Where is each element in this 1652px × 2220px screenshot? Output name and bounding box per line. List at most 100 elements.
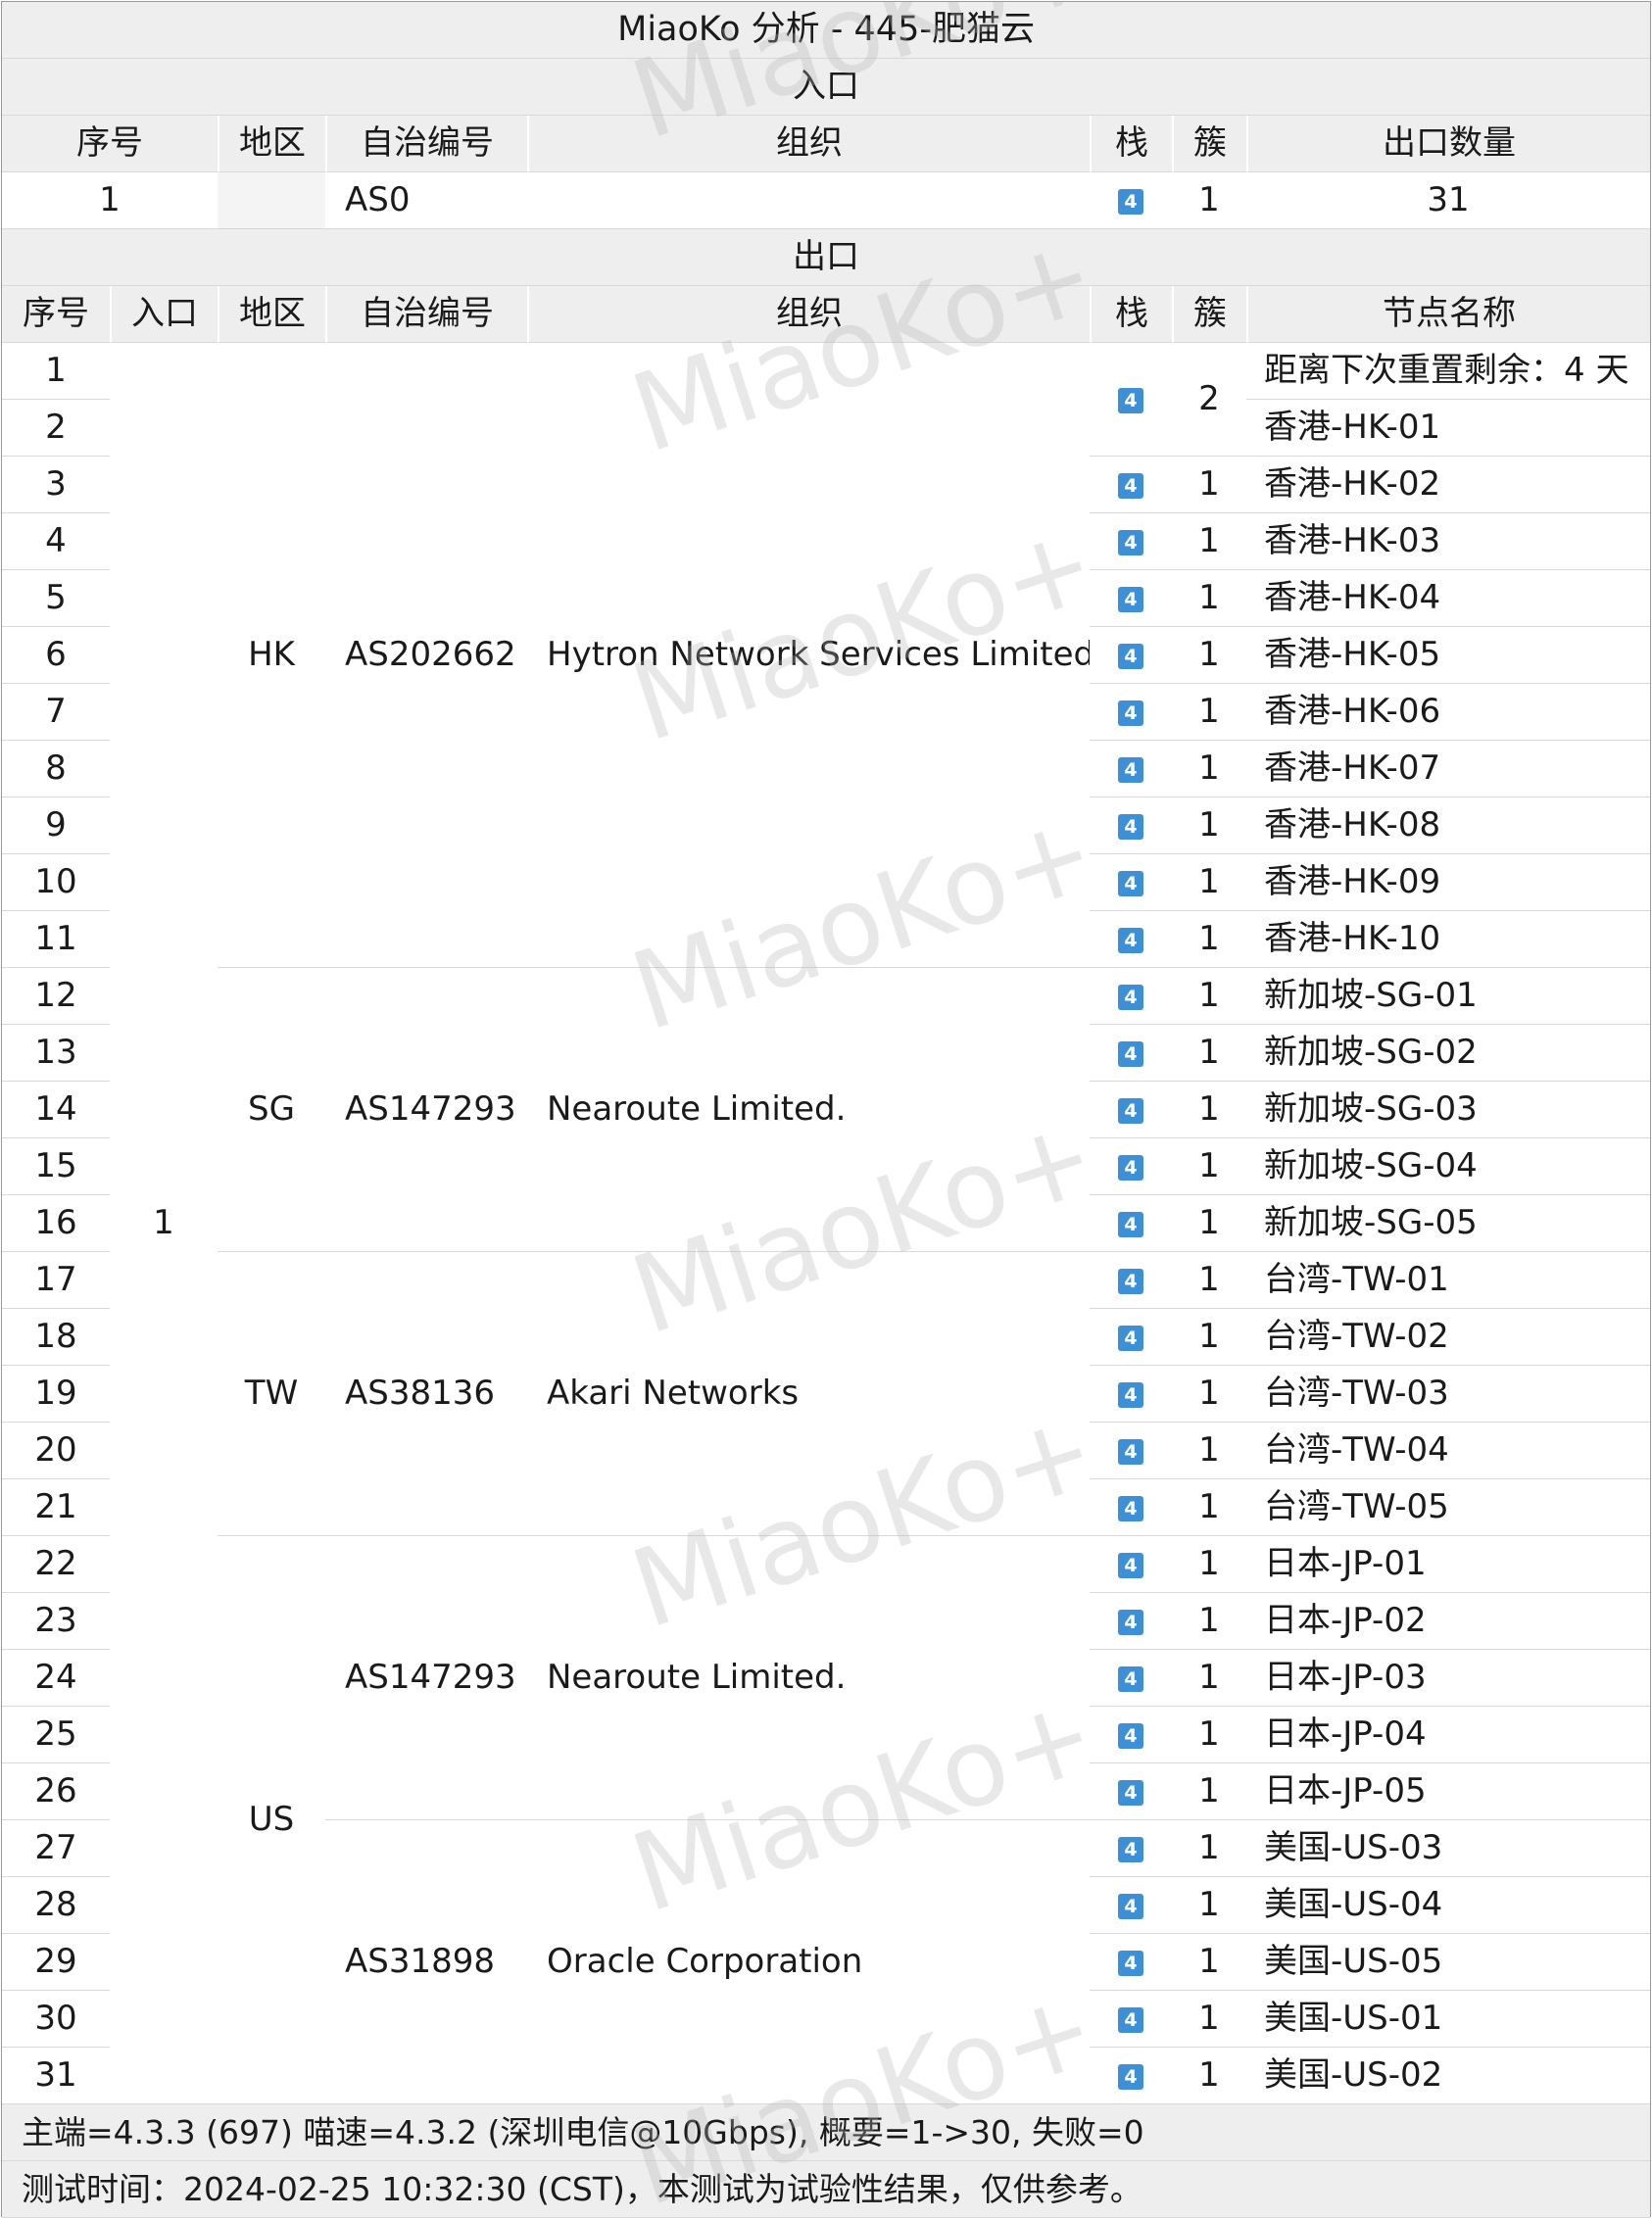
row-index: 30	[2, 1991, 110, 2048]
node-name: 香港-HK-06	[1246, 684, 1651, 741]
node-name: 美国-US-03	[1246, 1820, 1651, 1877]
stack-cell: 4	[1090, 1593, 1172, 1650]
cluster-cell: 1	[1172, 911, 1246, 968]
org-cell: Oracle Corporation	[527, 1820, 1090, 2104]
ipv4-badge: 4	[1118, 1325, 1143, 1351]
exit-header-row: 序号 入口 地区 自治编号 组织 栈 簇 节点名称	[2, 286, 1651, 343]
node-name: 台湾-TW-04	[1246, 1423, 1651, 1479]
row-index: 5	[2, 570, 110, 627]
stack-cell: 4	[1090, 1650, 1172, 1707]
stack-cell: 4	[1090, 911, 1172, 968]
table-row: 17 TW AS38136 Akari Networks 4 1 台湾-TW-01	[2, 1252, 1651, 1536]
node-name: 日本-JP-04	[1246, 1707, 1651, 1763]
row-index: 2	[2, 400, 110, 457]
cluster-cell: 1	[1172, 741, 1246, 797]
cluster-cell: 1	[1172, 457, 1246, 513]
stack-cell: 4	[1090, 1082, 1172, 1138]
stack-cell: 4	[1090, 1025, 1172, 1082]
ipv4-badge: 4	[1118, 529, 1143, 555]
node-name: 新加坡-SG-02	[1246, 1025, 1651, 1082]
cluster-cell: 1	[1172, 1252, 1246, 1309]
node-name: 新加坡-SG-04	[1246, 1138, 1651, 1195]
node-name: 日本-JP-05	[1246, 1763, 1651, 1820]
stack-cell: 4	[1090, 2048, 1172, 2104]
cluster-cell: 1	[1172, 684, 1246, 741]
stack-cell: 4	[1090, 1252, 1172, 1309]
row-index: 4	[2, 513, 110, 570]
stack-cell: 4	[1090, 343, 1172, 457]
ipv4-badge: 4	[1118, 1722, 1143, 1749]
cluster-cell: 1	[1172, 1934, 1246, 1991]
cluster-cell: 1	[1172, 1479, 1246, 1536]
row-index: 12	[2, 968, 110, 1025]
ipv4-badge: 4	[1118, 870, 1143, 896]
cluster-cell: 1	[1172, 1536, 1246, 1593]
region-cell: HK	[218, 343, 325, 968]
row-index: 27	[2, 1820, 110, 1877]
asn-cell: AS147293	[325, 1536, 527, 1820]
node-name: 美国-US-04	[1246, 1877, 1651, 1934]
exit-header-name: 节点名称	[1246, 286, 1651, 343]
node-name: 香港-HK-02	[1246, 457, 1651, 513]
exit-section-title: 出口	[2, 229, 1651, 286]
row-index: 1	[2, 343, 110, 400]
cluster-cell: 1	[1172, 1366, 1246, 1423]
row-index: 25	[2, 1707, 110, 1763]
exit-header-idx: 序号	[2, 286, 110, 343]
ipv4-badge: 4	[1118, 1665, 1143, 1692]
stack-cell: 4	[1090, 1763, 1172, 1820]
entry-header-row: 序号 地区 自治编号 组织 栈 簇 出口数量	[2, 116, 1651, 172]
stack-cell: 4	[1090, 627, 1172, 684]
footer-version-line: 主端=4.3.3 (697) 喵速=4.3.2 (深圳电信@10Gbps), 概…	[2, 2104, 1651, 2161]
cluster-cell: 1	[1172, 627, 1246, 684]
stack-cell: 4	[1090, 1479, 1172, 1536]
cluster-cell: 1	[1172, 513, 1246, 570]
row-index: 31	[2, 2048, 110, 2104]
ipv4-badge: 4	[1118, 643, 1143, 669]
ipv4-badge: 4	[1118, 700, 1143, 726]
stack-cell: 4	[1090, 570, 1172, 627]
ipv4-badge: 4	[1118, 1154, 1143, 1181]
node-name: 美国-US-02	[1246, 2048, 1651, 2104]
row-index: 21	[2, 1479, 110, 1536]
stack-cell: 4	[1090, 1309, 1172, 1366]
ipv4-badge: 4	[1118, 387, 1143, 413]
org-cell: Akari Networks	[527, 1252, 1090, 1536]
asn-cell: AS38136	[325, 1252, 527, 1536]
node-name: 日本-JP-03	[1246, 1650, 1651, 1707]
table-row: 12 SG AS147293 Nearoute Limited. 4 1 新加坡-SG-01	[2, 968, 1651, 1252]
cluster-cell: 1	[1172, 1593, 1246, 1650]
row-index: 23	[2, 1593, 110, 1650]
ipv4-badge: 4	[1118, 1495, 1143, 1521]
ipv4-badge: 4	[1118, 1779, 1143, 1806]
node-name: 香港-HK-07	[1246, 741, 1651, 797]
stack-cell: 4	[1090, 1423, 1172, 1479]
row-index: 18	[2, 1309, 110, 1366]
row-index: 29	[2, 1934, 110, 1991]
row-index: 28	[2, 1877, 110, 1934]
row-index: 13	[2, 1025, 110, 1082]
ipv4-badge: 4	[1118, 472, 1143, 499]
org-cell: Nearoute Limited.	[527, 1536, 1090, 1820]
cluster-cell: 1	[1172, 1309, 1246, 1366]
stack-cell: 4	[1090, 1877, 1172, 1934]
ipv4-badge: 4	[1118, 1381, 1143, 1408]
cluster-cell: 2	[1172, 343, 1246, 457]
footer-disclaimer-line: 测试时间：2024-02-25 10:32:30 (CST)，本测试为试验性结果…	[2, 2161, 1651, 2218]
node-name: 台湾-TW-03	[1246, 1366, 1651, 1423]
stack-cell: 4	[1090, 1195, 1172, 1252]
ipv4-badge: 4	[1118, 1097, 1143, 1124]
entry-stack: 4	[1090, 172, 1172, 229]
stack-cell: 4	[1090, 854, 1172, 911]
stack-cell: 4	[1090, 513, 1172, 570]
node-name: 香港-HK-05	[1246, 627, 1651, 684]
row-index: 9	[2, 797, 110, 854]
ipv4-badge: 4	[1118, 1893, 1143, 1919]
table-row: 22 US AS147293 Nearoute Limited. 4 1 日本-JP-01	[2, 1536, 1651, 2104]
ipv4-badge: 4	[1118, 1268, 1143, 1294]
entry-header-region: 地区	[218, 116, 325, 172]
stack-cell: 4	[1090, 457, 1172, 513]
stack-cell: 4	[1090, 1991, 1172, 2048]
node-name: 日本-JP-02	[1246, 1593, 1651, 1650]
asn-cell: AS147293	[325, 968, 527, 1252]
